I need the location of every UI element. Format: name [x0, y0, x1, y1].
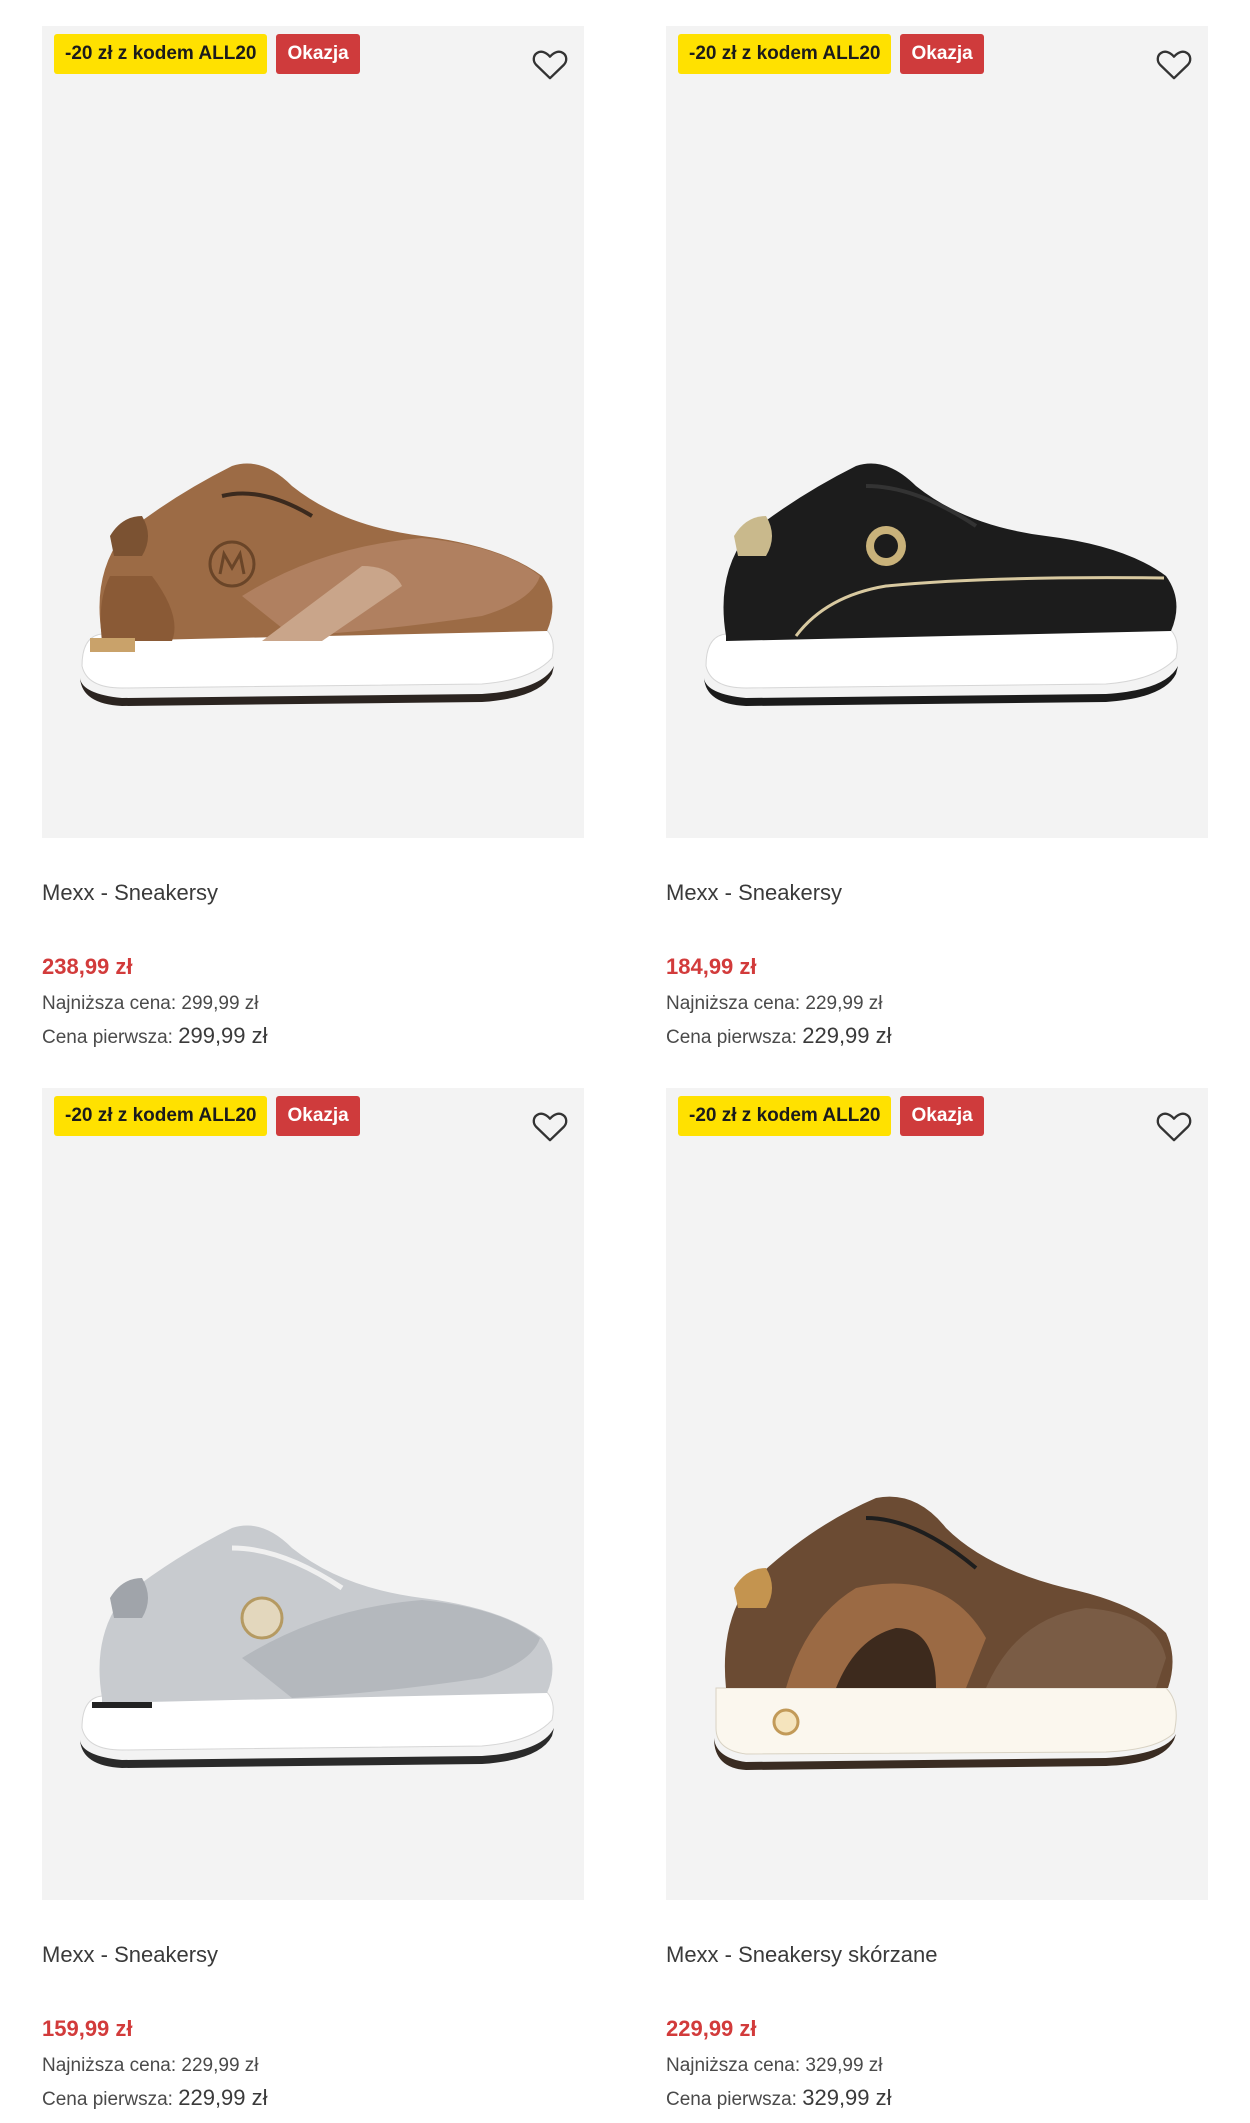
product-name[interactable]: Mexx - Sneakersy: [42, 1942, 218, 1968]
lowest-price-value: 229,99 zł: [181, 2055, 259, 2076]
badge-group: -20 zł z kodem ALL20 Okazja: [54, 1096, 360, 1136]
product-name[interactable]: Mexx - Sneakersy: [42, 880, 218, 906]
first-price-value: 229,99 zł: [802, 1023, 892, 1048]
lowest-price-label: Najniższa cena:: [666, 2055, 801, 2076]
product-name[interactable]: Mexx - Sneakersy: [666, 880, 842, 906]
first-price: Cena pierwsza: 299,99 zł: [42, 1023, 268, 1049]
first-price: Cena pierwsza: 229,99 zł: [666, 1023, 892, 1049]
product-image[interactable]: -20 zł z kodem ALL20 Okazja: [42, 26, 584, 838]
product-name[interactable]: Mexx - Sneakersy skórzane: [666, 1942, 937, 1968]
product-price: 159,99 zł: [42, 2016, 133, 2041]
product-image[interactable]: -20 zł z kodem ALL20 Okazja: [666, 1088, 1208, 1900]
sneaker-image: [714, 1496, 1177, 1770]
heart-icon[interactable]: [530, 1106, 570, 1146]
lowest-price-value: 229,99 zł: [805, 993, 883, 1014]
heart-icon[interactable]: [1154, 44, 1194, 84]
deal-badge: Okazja: [276, 34, 360, 74]
first-price-value: 229,99 zł: [178, 2085, 268, 2110]
badge-group: -20 zł z kodem ALL20 Okazja: [678, 34, 984, 74]
first-price-label: Cena pierwsza:: [42, 1027, 173, 1048]
badge-group: -20 zł z kodem ALL20 Okazja: [678, 1096, 984, 1136]
sneaker-image: [80, 1525, 554, 1768]
first-price-value: 299,99 zł: [178, 1023, 268, 1048]
lowest-price-label: Najniższa cena:: [42, 2055, 177, 2076]
lowest-price: Najniższa cena: 329,99 zł: [666, 2055, 883, 2077]
first-price: Cena pierwsza: 329,99 zł: [666, 2085, 892, 2111]
first-price-value: 329,99 zł: [802, 2085, 892, 2110]
product-image[interactable]: -20 zł z kodem ALL20 Okazja: [666, 26, 1208, 838]
deal-badge: Okazja: [900, 1096, 984, 1136]
sneaker-image: [80, 463, 554, 706]
heart-icon[interactable]: [1154, 1106, 1194, 1146]
promo-code-badge: -20 zł z kodem ALL20: [54, 1096, 268, 1136]
lowest-price: Najniższa cena: 299,99 zł: [42, 993, 259, 1015]
first-price: Cena pierwsza: 229,99 zł: [42, 2085, 268, 2111]
first-price-label: Cena pierwsza:: [666, 1027, 797, 1048]
deal-badge: Okazja: [900, 34, 984, 74]
lowest-price: Najniższa cena: 229,99 zł: [666, 993, 883, 1015]
promo-code-badge: -20 zł z kodem ALL20: [678, 1096, 892, 1136]
heart-icon[interactable]: [530, 44, 570, 84]
lowest-price-value: 329,99 zł: [805, 2055, 883, 2076]
lowest-price-value: 299,99 zł: [181, 993, 259, 1014]
deal-badge: Okazja: [276, 1096, 360, 1136]
first-price-label: Cena pierwsza:: [42, 2089, 173, 2110]
product-price: 238,99 zł: [42, 954, 133, 979]
promo-code-badge: -20 zł z kodem ALL20: [54, 34, 268, 74]
product-image[interactable]: -20 zł z kodem ALL20 Okazja: [42, 1088, 584, 1900]
badge-group: -20 zł z kodem ALL20 Okazja: [54, 34, 360, 74]
product-price: 229,99 zł: [666, 2016, 757, 2041]
lowest-price: Najniższa cena: 229,99 zł: [42, 2055, 259, 2077]
promo-code-badge: -20 zł z kodem ALL20: [678, 34, 892, 74]
lowest-price-label: Najniższa cena:: [42, 993, 177, 1014]
lowest-price-label: Najniższa cena:: [666, 993, 801, 1014]
product-price: 184,99 zł: [666, 954, 757, 979]
sneaker-image: [704, 463, 1178, 706]
first-price-label: Cena pierwsza:: [666, 2089, 797, 2110]
